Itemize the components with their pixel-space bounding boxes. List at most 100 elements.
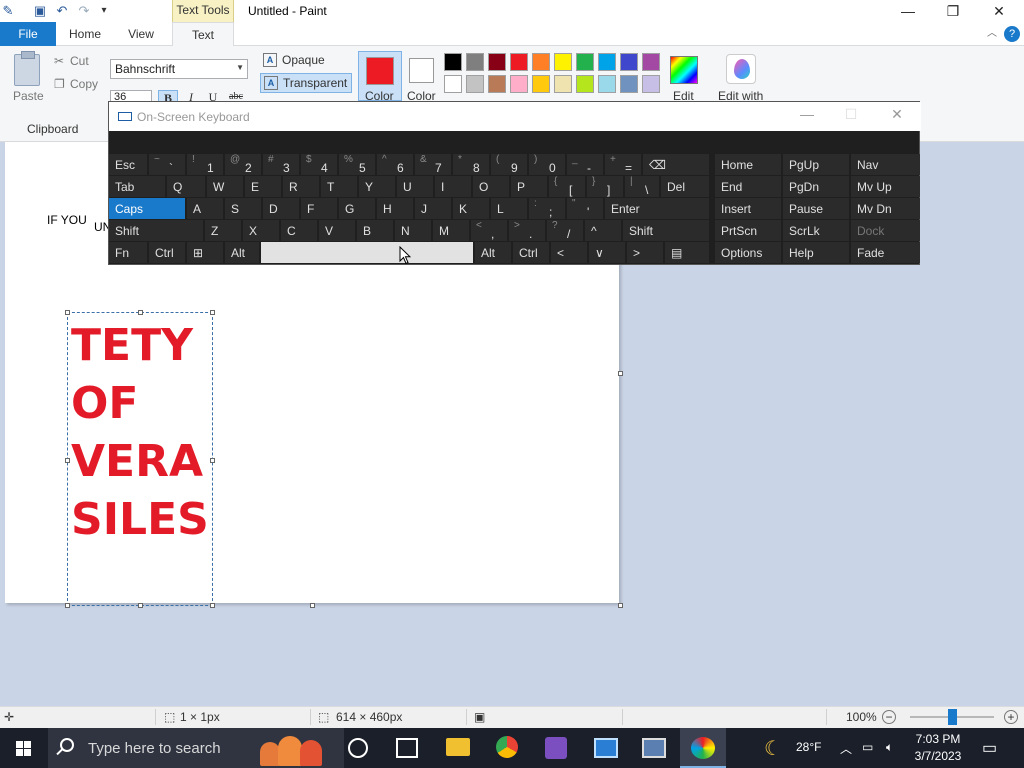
- undo-icon[interactable]: ↶: [54, 3, 70, 19]
- osk-key-2[interactable]: @2: [225, 154, 261, 175]
- tab-file[interactable]: File: [0, 22, 56, 46]
- osk-key-,[interactable]: <,: [471, 220, 507, 241]
- cortana-icon[interactable]: [348, 738, 368, 758]
- osk-key-home[interactable]: Home: [715, 154, 781, 175]
- osk-key-ctrl[interactable]: Ctrl: [149, 242, 185, 263]
- osk-key-∨[interactable]: ∨: [589, 242, 625, 263]
- zoom-out-button[interactable]: −: [882, 710, 896, 724]
- chrome-icon[interactable]: [496, 736, 518, 758]
- osk-key-^[interactable]: ^: [585, 220, 621, 241]
- osk-key-r[interactable]: R: [283, 176, 319, 197]
- osk-key-dock[interactable]: Dock: [851, 220, 920, 241]
- canvas-resize-handle-bottom[interactable]: [310, 603, 315, 608]
- palette-swatch[interactable]: [554, 75, 572, 93]
- opaque-button[interactable]: A Opaque: [260, 51, 329, 71]
- paint-taskbar-button[interactable]: [680, 728, 726, 768]
- osk-key-enter[interactable]: Enter: [605, 198, 709, 219]
- osk-maximize-button[interactable]: ☐: [831, 106, 871, 123]
- osk-key-shift[interactable]: Shift: [109, 220, 203, 241]
- text-box-handle[interactable]: [210, 458, 215, 463]
- transparent-button[interactable]: A Transparent: [260, 73, 353, 93]
- weather-temperature[interactable]: 28°F: [796, 740, 821, 754]
- palette-swatch[interactable]: [598, 75, 616, 93]
- osk-key-;[interactable]: :;: [529, 198, 565, 219]
- osk-key-shift[interactable]: Shift: [623, 220, 709, 241]
- show-hidden-icons-chevron-icon[interactable]: ︿: [840, 740, 852, 757]
- osk-key-alt[interactable]: Alt: [225, 242, 259, 263]
- osk-key-0[interactable]: ) 0: [529, 154, 565, 175]
- osk-key-d[interactable]: D: [263, 198, 299, 219]
- osk-key-u[interactable]: U: [397, 176, 433, 197]
- osk-key-pgdn[interactable]: PgDn: [783, 176, 849, 197]
- osk-key-y[interactable]: Y: [359, 176, 395, 197]
- palette-swatch[interactable]: [466, 75, 484, 93]
- palette-swatch[interactable]: [642, 53, 660, 71]
- text-box-handle[interactable]: [138, 603, 143, 608]
- palette-swatch[interactable]: [466, 53, 484, 71]
- osk-key-tab[interactable]: Tab: [109, 176, 165, 197]
- osk-key-m[interactable]: M: [433, 220, 469, 241]
- osk-key-a[interactable]: A: [187, 198, 223, 219]
- tab-home[interactable]: Home: [62, 22, 108, 46]
- copy-button[interactable]: Copy: [70, 77, 98, 91]
- remote-desktop-icon[interactable]: [642, 738, 666, 758]
- text-box-handle[interactable]: [65, 458, 70, 463]
- palette-swatch[interactable]: [620, 75, 638, 93]
- help-icon[interactable]: ?: [1004, 26, 1020, 42]
- osk-key-p[interactable]: P: [511, 176, 547, 197]
- osk-key-▤[interactable]: ▤: [665, 242, 709, 263]
- tab-view[interactable]: View: [118, 22, 164, 46]
- osk-key-e[interactable]: E: [245, 176, 281, 197]
- collapse-ribbon-icon[interactable]: ︿: [984, 26, 1000, 42]
- canvas-resize-handle-right[interactable]: [618, 371, 623, 376]
- osk-key-l[interactable]: L: [491, 198, 527, 219]
- osk-key-c[interactable]: C: [281, 220, 317, 241]
- palette-swatch[interactable]: [598, 53, 616, 71]
- osk-key-fn[interactable]: Fn: [109, 242, 147, 263]
- palette-swatch[interactable]: [488, 53, 506, 71]
- osk-key-6[interactable]: ^ 6: [377, 154, 413, 175]
- osk-key-z[interactable]: Z: [205, 220, 241, 241]
- redo-icon[interactable]: ↷: [76, 3, 92, 19]
- osk-key-pause[interactable]: Pause: [783, 198, 849, 219]
- palette-swatch[interactable]: [510, 53, 528, 71]
- osk-key-ctrl[interactable]: Ctrl: [513, 242, 549, 263]
- osk-key-nav[interactable]: Nav: [851, 154, 920, 175]
- notifications-icon[interactable]: ▭: [982, 738, 997, 758]
- osk-key-j[interactable]: J: [415, 198, 451, 219]
- paste-icon[interactable]: [14, 51, 40, 86]
- text-box-handle[interactable]: [138, 310, 143, 315]
- osk-key-x[interactable]: X: [243, 220, 279, 241]
- osk-key-caps[interactable]: Caps: [109, 198, 185, 219]
- osk-key-options[interactable]: Options: [715, 242, 781, 263]
- edit-colors-icon[interactable]: [670, 56, 698, 84]
- text-box-handle[interactable]: [210, 603, 215, 608]
- palette-swatch[interactable]: [532, 75, 550, 93]
- osk-key-q[interactable]: Q: [167, 176, 205, 197]
- visual-studio-icon[interactable]: [545, 737, 567, 759]
- weather-moon-icon[interactable]: ☾: [764, 736, 782, 761]
- osk-key-][interactable]: }]: [587, 176, 623, 197]
- osk-key-insert[interactable]: Insert: [715, 198, 781, 219]
- taskbar-clock[interactable]: 7:03 PM 3/7/2023: [908, 731, 968, 765]
- osk-key-fade[interactable]: Fade: [851, 242, 920, 263]
- osk-key-scrlk[interactable]: ScrLk: [783, 220, 849, 241]
- osk-key-v[interactable]: V: [319, 220, 355, 241]
- color-1-button[interactable]: Color: [358, 51, 402, 103]
- osk-key-alt[interactable]: Alt: [475, 242, 511, 263]
- palette-swatch[interactable]: [642, 75, 660, 93]
- save-icon[interactable]: ▣: [32, 3, 48, 19]
- osk-key-k[interactable]: K: [453, 198, 489, 219]
- color-2-button[interactable]: [409, 58, 434, 83]
- osk-close-button[interactable]: ✕: [877, 106, 917, 123]
- palette-swatch[interactable]: [510, 75, 528, 93]
- search-highlight-icon[interactable]: [260, 732, 338, 766]
- osk-key-esc[interactable]: Esc: [109, 154, 147, 175]
- text-box-handle[interactable]: [65, 310, 70, 315]
- osk-key-7[interactable]: & 7: [415, 154, 451, 175]
- paint-app-icon[interactable]: ✎: [0, 3, 16, 19]
- zoom-in-button[interactable]: +: [1004, 710, 1018, 724]
- canvas-resize-handle-corner[interactable]: [618, 603, 623, 608]
- osk-key-o[interactable]: O: [473, 176, 509, 197]
- osk-key-h[interactable]: H: [377, 198, 413, 219]
